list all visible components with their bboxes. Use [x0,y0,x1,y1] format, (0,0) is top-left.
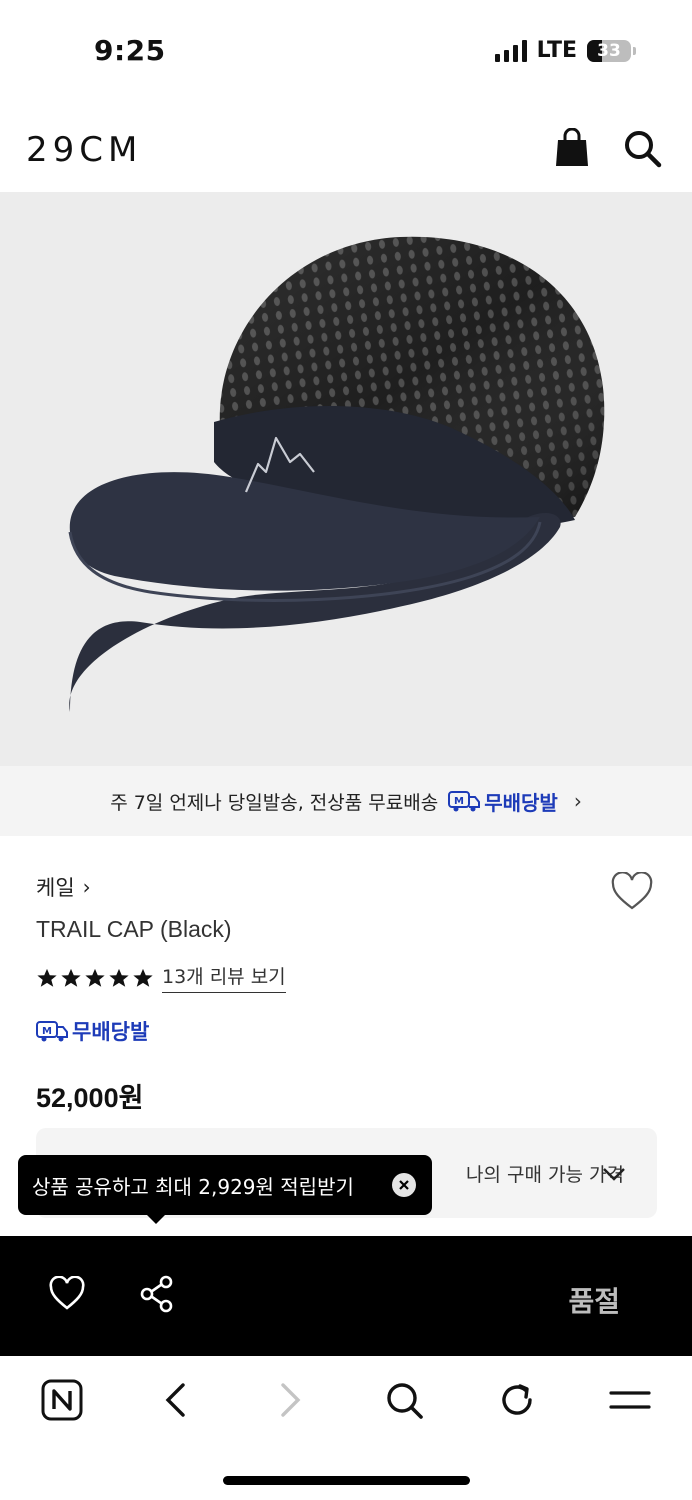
free-delivery-label: 무배당발 [72,1020,150,1044]
free-delivery-badge: M 무배당발 [36,1016,149,1046]
wishlist-heart-icon[interactable] [610,871,654,912]
logo[interactable]: 29CM [26,130,142,170]
shipping-text: 주 7일 언제나 당일발송, 전상품 무료배송 [110,791,439,814]
star-icon [133,968,153,987]
search-icon[interactable] [382,1378,426,1422]
star-icon [37,968,57,987]
star-icon [109,968,129,987]
product-name: TRAIL CAP (Black) [36,916,232,942]
battery-level: 33 [597,40,621,61]
menu-icon[interactable] [608,1378,652,1422]
status-time: 9:25 [94,34,166,67]
tooltip-text: 상품 공유하고 최대 2,929원 적립받기 [32,1174,354,1199]
shipping-banner[interactable]: 주 7일 언제나 당일발송, 전상품 무료배송 M 무배당발 › [0,766,692,836]
chevron-down-icon[interactable] [600,1160,628,1188]
star-icon [61,968,81,987]
brand-name: 케일 [36,876,75,900]
share-icon[interactable] [138,1274,176,1314]
app-header: 29CM [0,100,692,192]
heart-icon[interactable] [48,1275,86,1312]
free-delivery-label: 무배당발 [484,790,558,815]
purchase-bar: 품절 [0,1236,692,1356]
product-price: 52,000원 [36,1083,144,1113]
free-delivery-badge: M 무배당발 [448,787,558,816]
product-image[interactable] [0,192,692,766]
network-label: LTE [536,38,577,63]
delivery-truck-icon: M [36,1021,68,1042]
search-icon[interactable] [622,128,662,168]
status-bar: 9:25 LTE 33 [0,0,692,100]
brand-link[interactable]: 케일 › [36,872,91,902]
tooltip-arrow [146,1214,166,1224]
share-reward-tooltip: 상품 공유하고 최대 2,929원 적립받기 [18,1155,432,1215]
delivery-truck-icon: M [448,791,481,812]
svg-text:M: M [42,1026,52,1037]
close-icon[interactable] [392,1173,416,1197]
rating-row: 13개 리뷰 보기 [36,962,286,993]
forward-icon[interactable] [268,1378,312,1422]
naver-home-icon[interactable] [40,1378,84,1422]
soldout-button[interactable]: 품절 [568,1280,620,1320]
battery-icon: 33 [587,39,631,62]
svg-text:M: M [454,796,464,807]
chevron-right-icon: › [573,789,582,813]
star-rating [36,967,154,989]
star-icon [85,968,105,987]
reload-icon[interactable] [495,1378,539,1422]
signal-icon [494,39,527,62]
status-indicators: LTE 33 [494,38,636,63]
chevron-right-icon: › [82,875,91,899]
shopping-bag-icon[interactable] [554,127,590,168]
back-icon[interactable] [154,1378,198,1422]
home-indicator [223,1476,470,1485]
review-link[interactable]: 13개 리뷰 보기 [162,962,286,993]
